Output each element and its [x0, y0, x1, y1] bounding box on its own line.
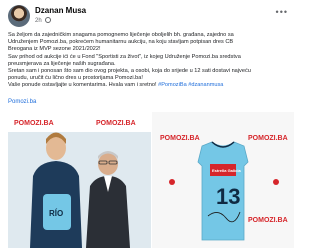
banner-text: POMOZI.BA [160, 135, 200, 142]
post-text-line: Vaše ponude ostavljajte u komentarima. H… [8, 82, 294, 89]
photo-right-illustration: POMOZI.BA POMOZI.BA POMOZI.BA Estrella G… [152, 112, 294, 248]
post-text-line: preusmjerava za liječenje naših sugrađan… [8, 60, 116, 67]
post-text-line: Sav prihod od aukcije ići će u Fond "Spo… [8, 53, 241, 60]
hashtag-pomoziba[interactable]: #PomoziBa [158, 82, 187, 88]
brand-dot [273, 179, 279, 185]
author-avatar[interactable] [8, 5, 30, 27]
held-jersey-text: RÍO [49, 209, 63, 218]
author-name[interactable]: Dzanan Musa [35, 6, 86, 15]
photo-jersey-display[interactable]: POMOZI.BA POMOZI.BA POMOZI.BA Estrella G… [152, 112, 294, 248]
banner-text: POMOZI.BA [96, 120, 136, 127]
jersey-sponsor-text: Estrella Galicia [212, 168, 241, 173]
brand-dot [169, 179, 175, 185]
banner-text: POMOZI.BA [248, 217, 288, 224]
post-meta: 2h [35, 17, 52, 24]
globe-icon [45, 17, 52, 23]
hashtag-dzananmusa[interactable]: #dzananmusa [188, 82, 223, 88]
post-text-final: Vaše ponude ostavljajte u komentarima. H… [8, 82, 159, 89]
jersey-number: 13 [216, 184, 240, 209]
post-time[interactable]: 2h [35, 18, 42, 24]
post-text-line: Udruženjem Pomozi.ba, pokrećem humanitar… [8, 39, 234, 46]
more-options-button[interactable]: ••• [276, 7, 288, 17]
photo-grid: POMOZI.BA POMOZI.BA RÍO POMOZI.BA POMOZI… [8, 112, 294, 248]
facebook-post: Dzanan Musa 2h ••• Sa željom da zajednič… [0, 0, 300, 248]
banner-text: POMOZI.BA [248, 135, 288, 142]
post-text-line: ponudu, uručit ću lično dres u prostorij… [8, 75, 143, 82]
post-header: Dzanan Musa 2h ••• [8, 5, 288, 31]
photo-left-illustration: POMOZI.BA POMOZI.BA RÍO [8, 112, 151, 248]
photo-player-and-jersey[interactable]: POMOZI.BA POMOZI.BA RÍO [8, 112, 151, 248]
banner-text: POMOZI.BA [14, 120, 54, 127]
post-text-line: Sa željom da zajedničkim snagama pomogne… [8, 32, 234, 38]
post-body: Sa željom da zajedničkim snagama pomogne… [8, 32, 294, 90]
post-link[interactable]: Pomozi.ba [8, 99, 36, 105]
post-text-line: Sretan sam i ponosan što sam dio ovog pr… [8, 68, 251, 75]
post-text-line: Breogana iz MVP sezone 2021/2022! [8, 46, 101, 53]
